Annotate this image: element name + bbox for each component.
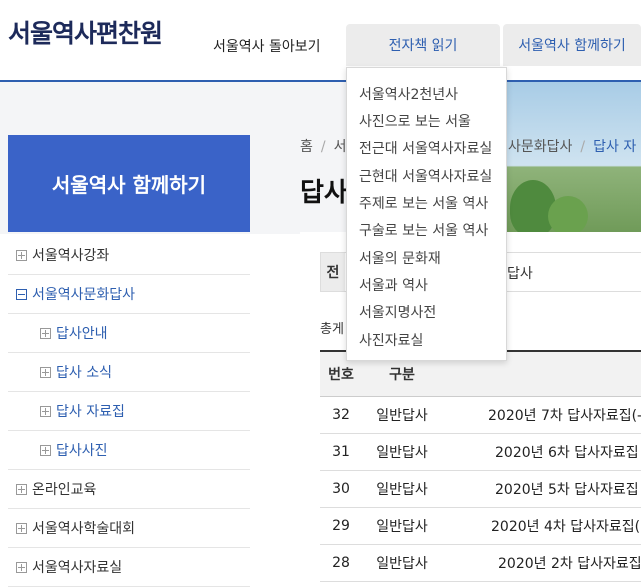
row-title[interactable]: 2020년 7차 답사자료집(- (488, 405, 641, 425)
dropdown-item[interactable]: 서울과 역사 (359, 275, 428, 295)
row-type: 일반답사 (376, 408, 428, 424)
nav-ebook-read[interactable]: 전자책 읽기 (346, 24, 500, 66)
sidebar-item-label: 서울역사강좌 (32, 248, 110, 264)
tab-all[interactable]: 전 (321, 253, 345, 291)
table-row[interactable]: 32 일반답사 2020년 7차 답사자료집(- (320, 397, 641, 434)
expand-plus-icon (40, 366, 51, 378)
breadcrumb-level2[interactable]: 사문화답사 (508, 139, 572, 155)
dropdown-item[interactable]: 구술로 보는 서울 역사 (359, 220, 488, 240)
sidebar-item-label: 서울역사자료실 (32, 560, 123, 576)
breadcrumb-separator: / (580, 139, 586, 155)
dropdown-item[interactable]: 전근대 서울역사자료실 (359, 138, 492, 158)
row-type: 일반답사 (376, 556, 428, 572)
table-row[interactable]: 30 일반답사 2020년 5차 답사자료집 (320, 471, 641, 508)
breadcrumb: 홈 / 서 (300, 136, 347, 156)
sidebar-subitem-tour-photos[interactable]: 답사사진 (8, 431, 250, 470)
sidebar-subitem-tour-guide[interactable]: 답사안내 (8, 314, 250, 353)
board-table: 번호 구분 32 일반답사 2020년 7차 답사자료집(- 31 일반답사 2… (320, 350, 641, 582)
sidebar-item-label: 서울역사문화답사 (32, 287, 136, 303)
dropdown-item[interactable]: 사진자료실 (359, 330, 423, 350)
expand-plus-icon (16, 561, 27, 573)
collapse-minus-icon (16, 288, 27, 300)
dropdown-item[interactable]: 서울역사2천년사 (359, 84, 458, 104)
expand-plus-icon (16, 483, 27, 495)
sidebar-item-history-archive[interactable]: 서울역사자료실 (8, 548, 250, 587)
row-number: 29 (332, 518, 350, 534)
hero-tree (548, 196, 588, 236)
sidebar-item-label: 답사안내 (56, 326, 108, 342)
expand-plus-icon (16, 249, 27, 261)
site-header: 서울역사편찬원 서울역사 돌아보기 전자책 읽기 서울역사 함께하기 (0, 0, 641, 82)
row-number: 31 (332, 444, 350, 460)
row-type: 일반답사 (376, 482, 428, 498)
expand-plus-icon (40, 444, 51, 456)
sidebar-item-label: 서울역사학술대회 (32, 521, 136, 537)
breadcrumb-home[interactable]: 홈 (300, 139, 313, 155)
page-title: 답사 (300, 178, 348, 208)
site-logo[interactable]: 서울역사편찬원 (8, 14, 163, 50)
expand-plus-icon (40, 327, 51, 339)
dropdown-item[interactable]: 서울의 문화재 (359, 248, 441, 268)
row-number: 30 (332, 481, 350, 497)
dropdown-item[interactable]: 사진으로 보는 서울 (359, 111, 471, 131)
table-row[interactable]: 28 일반답사 2020년 2차 답사자료집 (320, 545, 641, 582)
sidebar-item-seoul-history-lecture[interactable]: 서울역사강좌 (8, 236, 250, 275)
row-title[interactable]: 2020년 5차 답사자료집 (495, 479, 639, 499)
sidebar-title: 서울역사 함께하기 (8, 135, 250, 232)
sidebar-item-label: 답사 소식 (56, 365, 112, 381)
table-row[interactable]: 29 일반답사 2020년 4차 답사자료집( (320, 508, 641, 545)
row-type: 일반답사 (376, 445, 428, 461)
dropdown-item[interactable]: 서울지명사전 (359, 302, 436, 322)
sidebar-item-label: 온라인교육 (32, 482, 97, 498)
dropdown-item[interactable]: 근현대 서울역사자료실 (359, 166, 492, 186)
header-type: 구분 (389, 367, 415, 383)
sidebar-subitem-tour-news[interactable]: 답사 소식 (8, 353, 250, 392)
sidebar-item-academic-conference[interactable]: 서울역사학술대회 (8, 509, 250, 548)
table-row[interactable]: 31 일반답사 2020년 6차 답사자료집 (320, 434, 641, 471)
total-count: 총게 (320, 322, 344, 337)
nav-seoul-history-together-label: 서울역사 함께하기 (518, 38, 626, 54)
nav-ebook-read-label: 전자책 읽기 (388, 38, 458, 54)
row-title[interactable]: 2020년 2차 답사자료집 (498, 553, 641, 573)
sidebar-item-label: 답사사진 (56, 443, 108, 459)
nav-seoul-history-together[interactable]: 서울역사 함께하기 (503, 24, 641, 66)
row-title[interactable]: 2020년 4차 답사자료집( (491, 516, 640, 536)
sidebar-item-history-culture-tour[interactable]: 서울역사문화답사 (8, 275, 250, 314)
breadcrumb-current: 답사 자 (593, 139, 637, 155)
nav-seoul-history-lookback[interactable]: 서울역사 돌아보기 (213, 36, 321, 56)
breadcrumb-separator: / (320, 139, 326, 155)
sidebar-menu: 서울역사강좌 서울역사문화답사 답사안내 답사 소식 답사 자료집 답사사진 온… (8, 236, 250, 587)
sidebar-subitem-tour-materials[interactable]: 답사 자료집 (8, 392, 250, 431)
dropdown-item[interactable]: 주제로 보는 서울 역사 (359, 193, 488, 213)
tab-tour[interactable]: 답사 (507, 263, 533, 283)
sidebar-item-label: 답사 자료집 (56, 404, 125, 420)
header-number: 번호 (328, 367, 354, 383)
expand-plus-icon (16, 522, 27, 534)
ebook-dropdown-menu: 서울역사2천년사 사진으로 보는 서울 전근대 서울역사자료실 근현대 서울역사… (346, 67, 507, 361)
breadcrumb-level1[interactable]: 서 (334, 139, 347, 155)
expand-plus-icon (40, 405, 51, 417)
row-number: 28 (332, 555, 350, 571)
row-number: 32 (332, 407, 350, 423)
breadcrumb-tail: 사문화답사 / 답사 자 (508, 136, 636, 156)
sidebar-item-online-education[interactable]: 온라인교육 (8, 470, 250, 509)
row-title[interactable]: 2020년 6차 답사자료집 (495, 442, 639, 462)
row-type: 일반답사 (376, 519, 428, 535)
